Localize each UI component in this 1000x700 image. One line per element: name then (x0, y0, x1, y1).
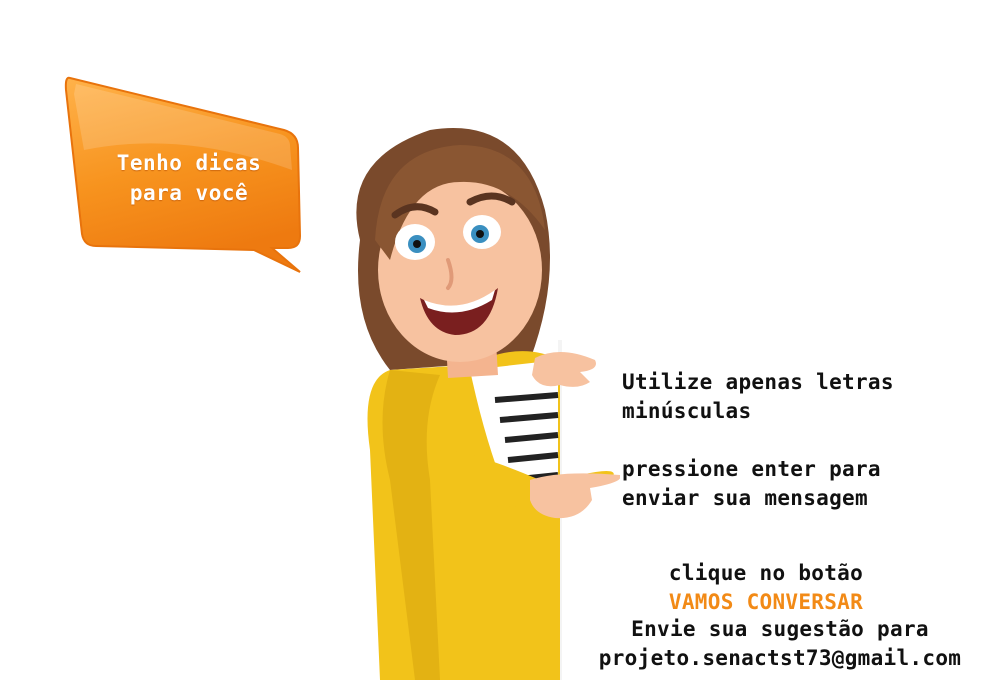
speech-bubble-text: Tenho dicas para você (116, 151, 262, 205)
speech-bubble: Tenho dicas para você (62, 70, 312, 280)
tip-lowercase-only: Utilize apenas letras minúsculas (622, 370, 894, 423)
character-illustration (320, 120, 620, 680)
cartoon-woman-pointing-icon (356, 127, 620, 680)
tip-send-suggestion: Envie sua sugestão para projeto.senactst… (598, 617, 962, 670)
tip-press-enter: pressione enter para enviar sua mensagem (622, 457, 881, 510)
tip-button-name: VAMOS CONVERSAR (668, 590, 864, 614)
tip-click-button-text: clique no botão (668, 561, 864, 585)
